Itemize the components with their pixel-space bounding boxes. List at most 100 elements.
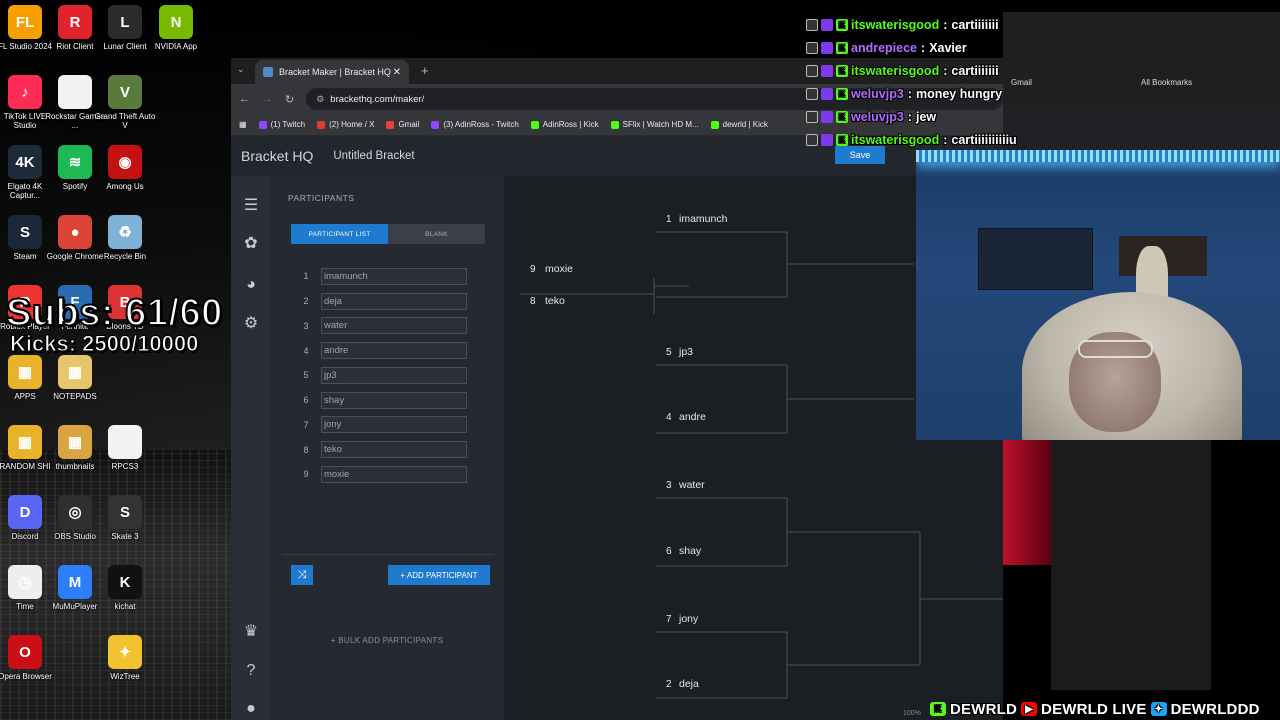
seed-number: 1	[666, 214, 672, 225]
desktop-icon[interactable]: ▦ NOTEPADS	[45, 355, 105, 421]
crown-icon[interactable]: ♛	[240, 620, 262, 642]
bracket-entry-name: teko	[545, 295, 565, 307]
tab-search-icon[interactable]: ⌄	[237, 64, 245, 75]
kick-badge-icon: K	[836, 41, 848, 54]
chat-username: itswaterisgood	[851, 17, 940, 32]
settings-icon[interactable]: ⚙	[240, 312, 262, 334]
apps-icon[interactable]: ▦	[239, 120, 247, 129]
participant-name-input[interactable]: moxie	[321, 465, 467, 483]
kick-badge-icon: K	[836, 64, 848, 77]
social-bar: K DEWRLD ▶ DEWRLD LIVE ✦ DEWRLDDD	[930, 700, 1260, 718]
chat-separator: :	[907, 109, 912, 124]
bookmark-label: SFlix | Watch HD M...	[622, 120, 699, 129]
palette-icon[interactable]: ◕	[240, 274, 262, 296]
kick-badge-icon: K	[836, 133, 848, 146]
verified-badge-icon	[821, 18, 833, 31]
app-icon: ▦	[8, 355, 42, 389]
bookmark-item[interactable]: AdinRoss | Kick	[530, 120, 599, 129]
bulk-add-link[interactable]: + BULK ADD PARTICIPANTS	[270, 636, 504, 645]
desktop-icon[interactable]: ♻ Recycle Bin	[95, 215, 155, 281]
kick-badge-icon: K	[836, 18, 848, 31]
close-tab-icon[interactable]: ✕	[393, 67, 401, 78]
bracket-entry-name: shay	[679, 545, 702, 557]
app-icon: O	[8, 635, 42, 669]
desktop-icon-label: NVIDIA App	[154, 42, 198, 51]
participant-number: 3	[303, 320, 309, 331]
participant-row: 3 water	[291, 314, 491, 339]
brand-logo[interactable]: Bracket HQ	[241, 148, 313, 164]
chat-text: cartiiiiiii	[951, 17, 999, 32]
blank-tab[interactable]: BLANK	[388, 224, 485, 244]
bracket-title[interactable]: Untitled Bracket	[333, 150, 414, 162]
verified-badge-icon	[821, 133, 833, 146]
forward-icon[interactable]: →	[262, 93, 273, 105]
participant-name-input[interactable]: shay	[321, 391, 467, 409]
desktop-icon[interactable]: ✦ WizTree	[95, 635, 155, 701]
participant-name-input[interactable]: deja	[321, 292, 467, 310]
participant-name-input[interactable]: water	[321, 317, 467, 335]
chat-text: Xavier	[929, 40, 967, 55]
chat-text: jew	[915, 109, 937, 124]
profile-icon[interactable]: ●	[240, 698, 262, 720]
app-icon	[108, 425, 142, 459]
participant-row: 5 jp3	[291, 363, 491, 388]
chat-badge-icon	[806, 87, 818, 100]
app-icon: ♻	[108, 215, 142, 249]
background-panel	[1051, 440, 1211, 690]
chat-username: andrepiece	[851, 40, 918, 55]
desktop-icon-label: RPCS3	[111, 462, 139, 471]
desktop-icon[interactable]: S Skate 3	[95, 495, 155, 561]
desktop-icon[interactable]: V Grand Theft Auto V	[95, 75, 155, 141]
bracket-structure-icon[interactable]: ☰	[240, 194, 262, 216]
bookmark-item[interactable]: (2) Home / X	[317, 120, 374, 129]
bookmark-item[interactable]: Gmail	[386, 120, 419, 129]
help-icon[interactable]: ?	[240, 660, 262, 682]
add-participant-button[interactable]: + ADD PARTICIPANT	[388, 565, 490, 585]
webcam-feed	[916, 150, 1280, 440]
desktop-icon[interactable]: N NVIDIA App	[146, 5, 206, 71]
participant-list-tab[interactable]: PARTICIPANT LIST	[291, 224, 388, 244]
desktop-icon[interactable]: O Opera Browser	[0, 635, 55, 701]
url-text: brackethq.com/maker/	[330, 93, 425, 105]
bracket-entry-name: moxie	[545, 263, 573, 275]
site-info-icon[interactable]: ⚙	[316, 94, 324, 105]
chat-message: Kitswaterisgood: cartiiiiiii	[806, 59, 1017, 82]
bookmark-item[interactable]: SFlix | Watch HD M...	[610, 120, 699, 129]
kick-badge-icon: K	[836, 87, 848, 100]
app-icon: ▦	[58, 355, 92, 389]
seed-number: 5	[666, 347, 672, 358]
chat-separator: :	[943, 17, 948, 32]
participant-number: 8	[303, 444, 309, 455]
app-icon: N	[159, 5, 193, 39]
verified-badge-icon	[821, 110, 833, 123]
bookmark-item[interactable]: dewrld | Kick	[710, 120, 768, 129]
participant-name-input[interactable]: andre	[321, 342, 467, 360]
desktop-icon[interactable]: Kkichat	[95, 565, 155, 631]
desktop-icon-label: Grand Theft Auto V	[94, 112, 156, 130]
participant-name-input[interactable]: jp3	[321, 366, 467, 384]
participant-name-input[interactable]: teko	[321, 441, 467, 459]
new-tab-icon[interactable]: +	[421, 63, 429, 78]
participant-name-input[interactable]: jony	[321, 416, 467, 434]
tab-bracket-maker[interactable]: Bracket Maker | Bracket HQ ✕	[255, 60, 409, 84]
desktop-icon[interactable]: RPCS3	[95, 425, 155, 491]
panel-title: PARTICIPANTS	[288, 193, 355, 203]
app-icon: ♪	[8, 75, 42, 109]
bg-all-bookmarks[interactable]: All Bookmarks	[1141, 78, 1192, 87]
desktop-icon-label: WizTree	[110, 672, 140, 681]
desktop-icon[interactable]: ◉ Among Us	[95, 145, 155, 211]
app-icon: M	[58, 565, 92, 599]
participant-name-input[interactable]: imamunch	[321, 267, 467, 285]
participants-icon[interactable]: ✿	[240, 232, 262, 254]
app-icon: D	[8, 495, 42, 529]
chat-message: Kweluvjp3: jew	[806, 105, 1017, 128]
back-icon[interactable]: ←	[239, 93, 250, 105]
seed-number: 4	[666, 412, 672, 423]
bookmark-item[interactable]: (3) AdinRoss - Twitch	[431, 120, 519, 129]
reload-icon[interactable]: ↻	[285, 93, 294, 106]
shuffle-button[interactable]: ⤨	[291, 565, 313, 585]
bracket-entry-name: water	[678, 479, 705, 491]
bookmark-item[interactable]: (1) Twitch	[258, 120, 305, 129]
bookmark-favicon-icon	[530, 120, 539, 129]
chat-overlay: Kitswaterisgood: cartiiiiiii Kandrepiece: X…	[806, 13, 1017, 151]
